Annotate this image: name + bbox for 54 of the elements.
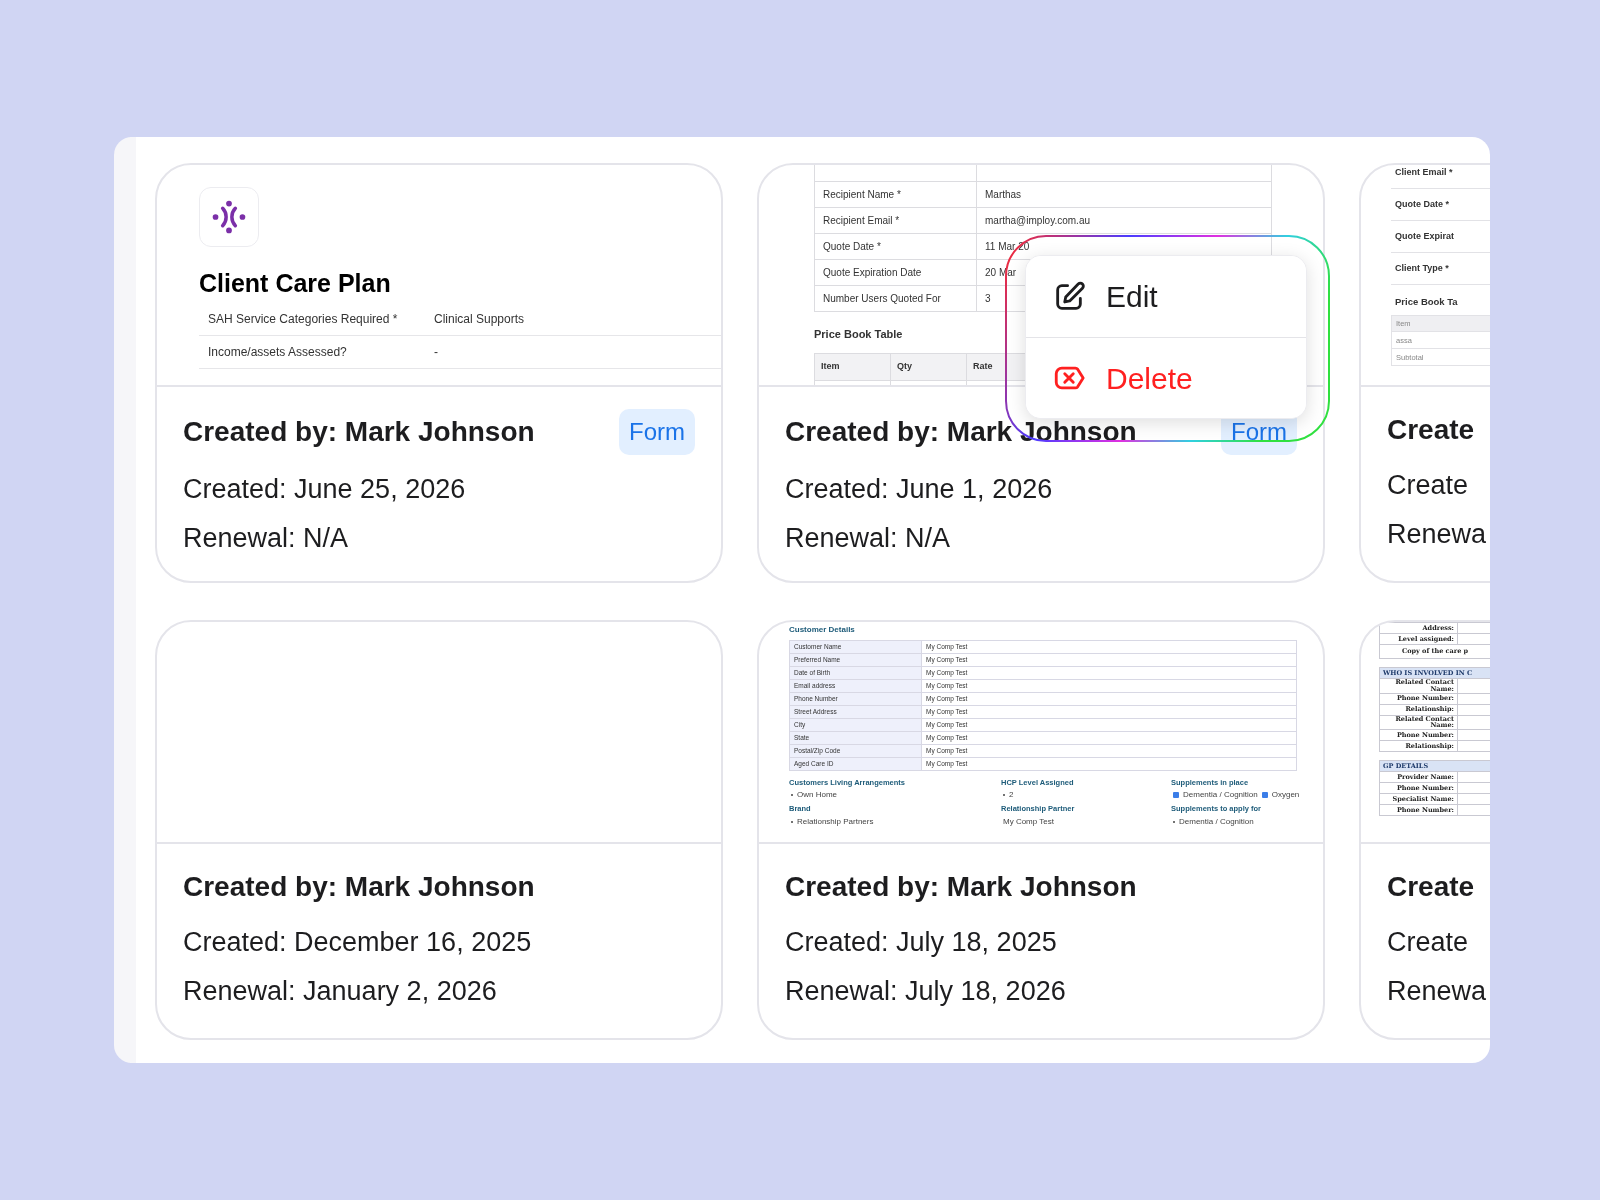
checkbox-label: Dementia / Cognition [1183, 789, 1258, 802]
document-card[interactable]: Created by: Mark Johnson Created: December 16, 2025 Renewal: January 2, 2026 [155, 620, 723, 1040]
column-header: Qty [897, 360, 912, 371]
edit-menu-item[interactable]: Edit [1026, 256, 1306, 337]
author-text: Created by: Mark Johnson [183, 870, 535, 904]
type-tag: Form [619, 409, 695, 455]
list-item: 2 [1009, 789, 1014, 802]
field-label: Number Users Quoted For [823, 293, 941, 304]
created-date: Create [1387, 470, 1469, 500]
created-date: Created: December 16, 2025 [183, 927, 532, 957]
group-value: My Comp Test [1003, 815, 1054, 828]
section-heading: Price Book Table [814, 327, 904, 342]
list-item: Relationship Partners [797, 815, 874, 828]
field-label: Client Email * [1395, 165, 1453, 179]
list-item: Dementia / Cognition [1179, 815, 1254, 828]
renewal-date: Renewa [1387, 975, 1487, 1006]
field-value: martha@imploy.com.au [985, 215, 1090, 226]
created-date: Created: July 18, 2025 [785, 927, 1057, 957]
field-label: Client Type * [1395, 261, 1449, 275]
checkbox-label: Oxygen [1271, 789, 1300, 802]
field-label: SAH Service Categories Required * [208, 310, 399, 328]
document-card[interactable] [757, 620, 1325, 1040]
author-text: Create [1387, 413, 1475, 447]
field-label: Quote Date * [823, 241, 881, 252]
renewal-date: Renewal: July 18, 2026 [785, 975, 1066, 1006]
field-label: Recipient Name * [823, 189, 901, 200]
field-label: Quote Expiration Date [823, 267, 922, 278]
field-label: Quote Expirat [1395, 229, 1454, 243]
document-card[interactable]: Client Care Plan SAH Service Categories Required * Clinical Supports Income/assets Assessed? - Created by: Mark Johnson Form Created: June 25, 2026 Renewal: N/A [155, 163, 723, 583]
renewal-date: Renewal: N/A [785, 522, 951, 553]
created-date: Create [1387, 927, 1469, 957]
created-date: Created: June 25, 2026 [183, 474, 466, 504]
field-value: 3 [985, 293, 991, 304]
renewal-date: Renewa [1387, 518, 1487, 549]
field-label: Recipient Email * [823, 215, 900, 226]
author-text: Created by: Mark Johnson [785, 870, 1137, 904]
delete-menu-item[interactable]: Delete [1026, 337, 1306, 418]
list-item: Own Home [797, 789, 837, 802]
created-date: Created: June 1, 2026 [785, 474, 1053, 504]
author-text: Created by: Mark Johnson [183, 415, 535, 449]
renewal-date: Renewal: N/A [183, 522, 349, 553]
renewal-date: Renewal: January 2, 2026 [183, 975, 497, 1006]
section-heading: Customer Details [789, 624, 856, 636]
field-label: Quote Date * [1395, 197, 1449, 211]
column-header: Rate [973, 360, 993, 371]
author-text: Create [1387, 870, 1475, 904]
logo-icon [210, 198, 248, 236]
field-value: Clinical Supports [434, 310, 525, 328]
column-header: Item [821, 360, 840, 371]
field-value: Marthas [985, 189, 1022, 200]
field-label: Income/assets Assessed? [208, 343, 348, 361]
form-title: Client Care Plan [199, 268, 392, 299]
section-heading: Price Book Ta [1395, 295, 1459, 309]
field-value: - [434, 343, 438, 361]
